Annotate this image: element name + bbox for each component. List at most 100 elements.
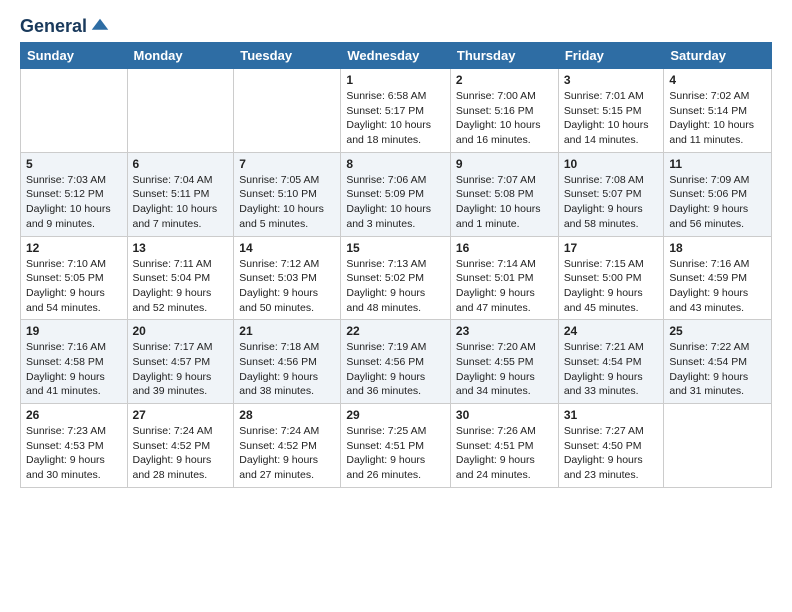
- calendar-cell: 17 Sunrise: 7:15 AM Sunset: 5:00 PM Dayli…: [558, 236, 664, 320]
- day-info: Sunrise: 7:13 AM Sunset: 5:02 PM Dayligh…: [346, 257, 445, 316]
- calendar-cell: 20Sunrise: 7:17 AM Sunset: 4:57 PM Dayli…: [127, 320, 234, 404]
- day-info: Sunrise: 7:24 AM Sunset: 4:52 PM Dayligh…: [239, 424, 335, 483]
- calendar-cell: 30 Sunrise: 7:26 AM Sunset: 4:51 PM Dayli…: [450, 404, 558, 488]
- calendar-cell: 18 Sunrise: 7:16 AM Sunset: 4:59 PM Dayli…: [664, 236, 772, 320]
- calendar-cell: 6 Sunrise: 7:04 AM Sunset: 5:11 PM Daylig…: [127, 152, 234, 236]
- calendar-cell: [127, 69, 234, 153]
- calendar-cell: 19 Sunrise: 7:16 AM Sunset: 4:58 PM Dayli…: [21, 320, 128, 404]
- day-number: 11: [669, 157, 766, 171]
- calendar-cell: 23Sunrise: 7:20 AM Sunset: 4:55 PM Dayli…: [450, 320, 558, 404]
- day-info: Sunrise: 7:26 AM Sunset: 4:51 PM Dayligh…: [456, 424, 553, 483]
- calendar-week-3: 12 Sunrise: 7:10 AM Sunset: 5:05 PM Dayli…: [21, 236, 772, 320]
- day-info: Sunrise: 7:06 AM Sunset: 5:09 PM Dayligh…: [346, 173, 445, 232]
- calendar-cell: 16 Sunrise: 7:14 AM Sunset: 5:01 PM Dayli…: [450, 236, 558, 320]
- calendar-table: SundayMondayTuesdayWednesdayThursdayFrid…: [20, 42, 772, 488]
- day-info: Sunrise: 7:00 AM Sunset: 5:16 PM Dayligh…: [456, 89, 553, 148]
- calendar-cell: 2 Sunrise: 7:00 AM Sunset: 5:16 PM Daylig…: [450, 69, 558, 153]
- calendar-header-sunday: Sunday: [21, 43, 128, 69]
- calendar-cell: 5 Sunrise: 7:03 AM Sunset: 5:12 PM Daylig…: [21, 152, 128, 236]
- day-number: 19: [26, 324, 122, 338]
- day-number: 7: [239, 157, 335, 171]
- day-number: 4: [669, 73, 766, 87]
- calendar-cell: 10Sunrise: 7:08 AM Sunset: 5:07 PM Dayli…: [558, 152, 664, 236]
- day-number: 5: [26, 157, 122, 171]
- day-number: 17: [564, 241, 659, 255]
- calendar-cell: 13 Sunrise: 7:11 AM Sunset: 5:04 PM Dayli…: [127, 236, 234, 320]
- day-info: Sunrise: 7:04 AM Sunset: 5:11 PM Dayligh…: [133, 173, 229, 232]
- day-info: Sunrise: 7:09 AM Sunset: 5:06 PM Dayligh…: [669, 173, 766, 232]
- day-info: Sunrise: 7:03 AM Sunset: 5:12 PM Dayligh…: [26, 173, 122, 232]
- day-number: 13: [133, 241, 229, 255]
- day-info: Sunrise: 7:01 AM Sunset: 5:15 PM Dayligh…: [564, 89, 659, 148]
- calendar-cell: 1Sunrise: 6:58 AM Sunset: 5:17 PM Daylig…: [341, 69, 451, 153]
- calendar-cell: 28 Sunrise: 7:24 AM Sunset: 4:52 PM Dayli…: [234, 404, 341, 488]
- calendar-header-saturday: Saturday: [664, 43, 772, 69]
- logo-text: General: [20, 16, 111, 38]
- calendar-header-tuesday: Tuesday: [234, 43, 341, 69]
- day-info: Sunrise: 7:25 AM Sunset: 4:51 PM Dayligh…: [346, 424, 445, 483]
- calendar-body: 1Sunrise: 6:58 AM Sunset: 5:17 PM Daylig…: [21, 69, 772, 488]
- day-number: 8: [346, 157, 445, 171]
- day-info: Sunrise: 7:27 AM Sunset: 4:50 PM Dayligh…: [564, 424, 659, 483]
- day-info: Sunrise: 7:22 AM Sunset: 4:54 PM Dayligh…: [669, 340, 766, 399]
- day-number: 29: [346, 408, 445, 422]
- calendar-cell: 7 Sunrise: 7:05 AM Sunset: 5:10 PM Daylig…: [234, 152, 341, 236]
- logo: General: [20, 16, 111, 34]
- day-number: 3: [564, 73, 659, 87]
- day-number: 18: [669, 241, 766, 255]
- calendar-cell: [21, 69, 128, 153]
- calendar-header-thursday: Thursday: [450, 43, 558, 69]
- day-info: Sunrise: 7:10 AM Sunset: 5:05 PM Dayligh…: [26, 257, 122, 316]
- calendar-header-friday: Friday: [558, 43, 664, 69]
- calendar-week-5: 26Sunrise: 7:23 AM Sunset: 4:53 PM Dayli…: [21, 404, 772, 488]
- day-info: Sunrise: 7:15 AM Sunset: 5:00 PM Dayligh…: [564, 257, 659, 316]
- calendar-cell: 15 Sunrise: 7:13 AM Sunset: 5:02 PM Dayli…: [341, 236, 451, 320]
- calendar-cell: 26Sunrise: 7:23 AM Sunset: 4:53 PM Dayli…: [21, 404, 128, 488]
- day-info: Sunrise: 7:23 AM Sunset: 4:53 PM Dayligh…: [26, 424, 122, 483]
- calendar-cell: 14Sunrise: 7:12 AM Sunset: 5:03 PM Dayli…: [234, 236, 341, 320]
- day-info: Sunrise: 7:12 AM Sunset: 5:03 PM Dayligh…: [239, 257, 335, 316]
- day-info: Sunrise: 7:11 AM Sunset: 5:04 PM Dayligh…: [133, 257, 229, 316]
- day-info: Sunrise: 7:16 AM Sunset: 4:58 PM Dayligh…: [26, 340, 122, 399]
- day-number: 30: [456, 408, 553, 422]
- calendar-week-1: 1Sunrise: 6:58 AM Sunset: 5:17 PM Daylig…: [21, 69, 772, 153]
- day-number: 2: [456, 73, 553, 87]
- day-number: 1: [346, 73, 445, 87]
- calendar-cell: 12 Sunrise: 7:10 AM Sunset: 5:05 PM Dayli…: [21, 236, 128, 320]
- day-number: 31: [564, 408, 659, 422]
- day-info: Sunrise: 7:14 AM Sunset: 5:01 PM Dayligh…: [456, 257, 553, 316]
- calendar-cell: 22 Sunrise: 7:19 AM Sunset: 4:56 PM Dayli…: [341, 320, 451, 404]
- day-number: 16: [456, 241, 553, 255]
- calendar-cell: 25 Sunrise: 7:22 AM Sunset: 4:54 PM Dayli…: [664, 320, 772, 404]
- calendar-cell: 3 Sunrise: 7:01 AM Sunset: 5:15 PM Daylig…: [558, 69, 664, 153]
- calendar-cell: 29 Sunrise: 7:25 AM Sunset: 4:51 PM Dayli…: [341, 404, 451, 488]
- calendar-cell: 31 Sunrise: 7:27 AM Sunset: 4:50 PM Dayli…: [558, 404, 664, 488]
- calendar-cell: 4 Sunrise: 7:02 AM Sunset: 5:14 PM Daylig…: [664, 69, 772, 153]
- calendar-cell: 24 Sunrise: 7:21 AM Sunset: 4:54 PM Dayli…: [558, 320, 664, 404]
- calendar-cell: [234, 69, 341, 153]
- day-info: Sunrise: 7:19 AM Sunset: 4:56 PM Dayligh…: [346, 340, 445, 399]
- day-number: 22: [346, 324, 445, 338]
- day-info: Sunrise: 7:05 AM Sunset: 5:10 PM Dayligh…: [239, 173, 335, 232]
- calendar-cell: 27Sunrise: 7:24 AM Sunset: 4:52 PM Dayli…: [127, 404, 234, 488]
- day-info: Sunrise: 7:17 AM Sunset: 4:57 PM Dayligh…: [133, 340, 229, 399]
- calendar-page: General SundayMondayTuesdayWednesdayThur…: [0, 0, 792, 508]
- day-number: 6: [133, 157, 229, 171]
- calendar-cell: 11 Sunrise: 7:09 AM Sunset: 5:06 PM Dayli…: [664, 152, 772, 236]
- day-number: 15: [346, 241, 445, 255]
- day-number: 24: [564, 324, 659, 338]
- day-info: Sunrise: 7:21 AM Sunset: 4:54 PM Dayligh…: [564, 340, 659, 399]
- day-info: Sunrise: 7:16 AM Sunset: 4:59 PM Dayligh…: [669, 257, 766, 316]
- day-info: Sunrise: 7:24 AM Sunset: 4:52 PM Dayligh…: [133, 424, 229, 483]
- calendar-week-2: 5 Sunrise: 7:03 AM Sunset: 5:12 PM Daylig…: [21, 152, 772, 236]
- day-number: 28: [239, 408, 335, 422]
- day-number: 12: [26, 241, 122, 255]
- day-number: 9: [456, 157, 553, 171]
- calendar-week-4: 19 Sunrise: 7:16 AM Sunset: 4:58 PM Dayli…: [21, 320, 772, 404]
- calendar-header-wednesday: Wednesday: [341, 43, 451, 69]
- day-info: Sunrise: 7:07 AM Sunset: 5:08 PM Dayligh…: [456, 173, 553, 232]
- day-number: 25: [669, 324, 766, 338]
- calendar-header-monday: Monday: [127, 43, 234, 69]
- day-info: Sunrise: 7:02 AM Sunset: 5:14 PM Dayligh…: [669, 89, 766, 148]
- day-number: 10: [564, 157, 659, 171]
